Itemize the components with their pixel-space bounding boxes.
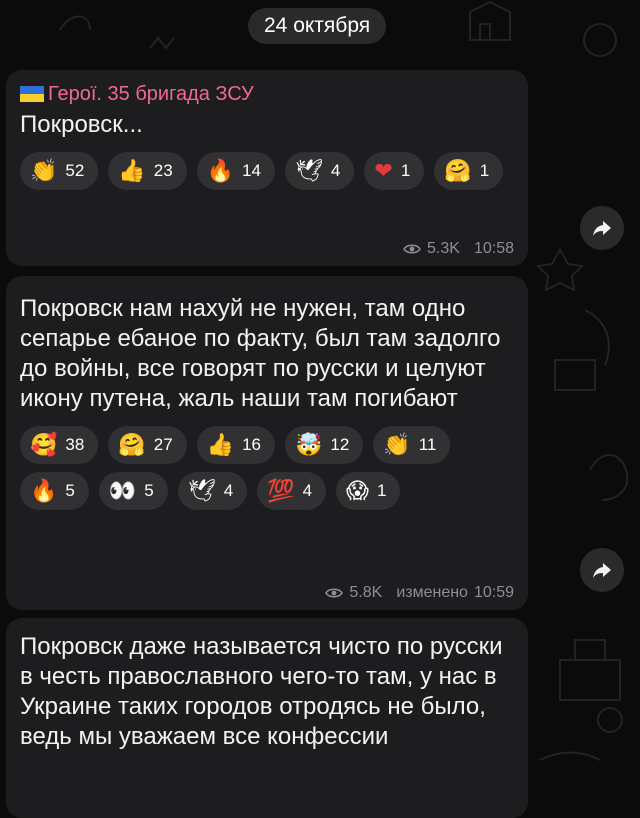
fire-icon: 🔥 [30, 478, 58, 504]
reaction-chip[interactable]: 👏 11 [373, 426, 451, 464]
reaction-chip[interactable]: 🔥 5 [20, 472, 89, 510]
reaction-chip[interactable]: 👍 23 [108, 152, 187, 190]
red-heart-icon: ❤ [374, 158, 393, 184]
reaction-chip[interactable]: 🥰 38 [20, 426, 99, 464]
reaction-chip[interactable]: 💯 4 [257, 472, 327, 510]
reaction-chip[interactable]: 🤗 1 [434, 152, 504, 190]
reaction-count: 14 [242, 161, 261, 180]
reaction-count: 1 [400, 161, 411, 180]
message-meta: 5.8K изменено 10:59 [325, 584, 514, 602]
reaction-list: 👏 52 👍 23 🔥 14 🕊 4 ❤ 1 🤗 1 [20, 152, 520, 190]
message-time: 10:59 [473, 584, 514, 601]
message-text: Покровск... [20, 111, 143, 138]
reaction-chip[interactable]: 👀 5 [98, 472, 168, 510]
hundred-points-icon: 💯 [267, 478, 295, 504]
reaction-count: 38 [65, 435, 85, 454]
date-separator: 24 октября [248, 8, 387, 44]
reaction-list: 🥰 38 🤗 27 👍 16 🤯 12 👏 11 🔥 5 👀 5 🕊 4 💯 4 😱 1 [20, 426, 520, 510]
eye-icon [403, 244, 421, 254]
hugging-face-icon: 🤗 [118, 432, 146, 458]
screaming-face-icon: 😱 [346, 478, 369, 504]
reaction-count: 12 [330, 435, 350, 454]
reaction-chip[interactable]: ❤ 1 [364, 152, 425, 190]
reaction-count: 5 [144, 481, 154, 500]
eyes-icon: 👀 [108, 478, 137, 504]
dove-icon: 🕊 [294, 158, 323, 184]
reaction-chip[interactable]: 🤯 12 [284, 426, 364, 464]
view-count: 5.3K [427, 240, 460, 257]
message-bubble[interactable]: Покровск нам нахуй не нужен, там одно се… [6, 276, 528, 610]
reaction-chip[interactable]: 🕊 4 [284, 152, 355, 190]
forwarded-from[interactable]: Герої. 35 бригада ЗСУ [20, 80, 514, 108]
fire-icon: 🔥 [206, 158, 235, 184]
reaction-chip[interactable]: 🤗 27 [108, 426, 187, 464]
message-bubble[interactable]: Покровск даже называется чисто по русски… [6, 618, 528, 818]
clapping-hands-icon: 👏 [30, 158, 58, 184]
reaction-count: 11 [418, 435, 437, 454]
ukraine-flag-icon [20, 86, 44, 102]
reaction-chip[interactable]: 👍 16 [196, 426, 275, 464]
message-text: Покровск даже называется чисто по русски… [20, 633, 503, 750]
smiling-face-with-hearts-icon: 🥰 [30, 432, 58, 458]
exploding-head-icon: 🤯 [294, 432, 323, 458]
share-arrow-icon [593, 221, 611, 236]
reaction-count: 1 [479, 161, 490, 180]
forward-button[interactable] [580, 548, 624, 592]
clapping-hands-icon: 👏 [383, 432, 411, 458]
forward-button[interactable] [580, 206, 624, 250]
reaction-count: 4 [330, 161, 341, 180]
reaction-count: 23 [153, 161, 173, 180]
message-time: 10:58 [473, 240, 514, 257]
reaction-count: 4 [223, 481, 234, 500]
reaction-chip[interactable]: 🕊 4 [177, 472, 248, 510]
reaction-chip[interactable]: 🔥 14 [196, 152, 275, 190]
reaction-count: 5 [65, 481, 75, 500]
reaction-count: 27 [153, 435, 173, 454]
reaction-chip[interactable]: 👏 52 [20, 152, 99, 190]
reaction-count: 52 [65, 161, 85, 180]
message-bubble[interactable]: Герої. 35 бригада ЗСУ Покровск... 👏 52 👍 2… [6, 70, 528, 266]
reaction-count: 1 [376, 481, 387, 500]
thumbs-up-icon: 👍 [206, 432, 235, 458]
view-count: 5.8K [349, 584, 383, 601]
edited-label: изменено [396, 584, 468, 601]
thumbs-up-icon: 👍 [118, 158, 146, 184]
message-meta: 5.3K 10:58 [403, 240, 514, 258]
message-text: Покровск нам нахуй не нужен, там одно се… [20, 295, 501, 412]
share-arrow-icon [593, 563, 611, 578]
eye-icon [325, 588, 344, 598]
channel-name: Герої. 35 бригада ЗСУ [48, 82, 254, 105]
reaction-count: 4 [302, 481, 313, 500]
dove-icon: 🕊 [187, 478, 216, 504]
hugging-face-icon: 🤗 [444, 158, 472, 184]
reaction-chip[interactable]: 😱 1 [336, 472, 401, 510]
reaction-count: 16 [242, 435, 261, 454]
